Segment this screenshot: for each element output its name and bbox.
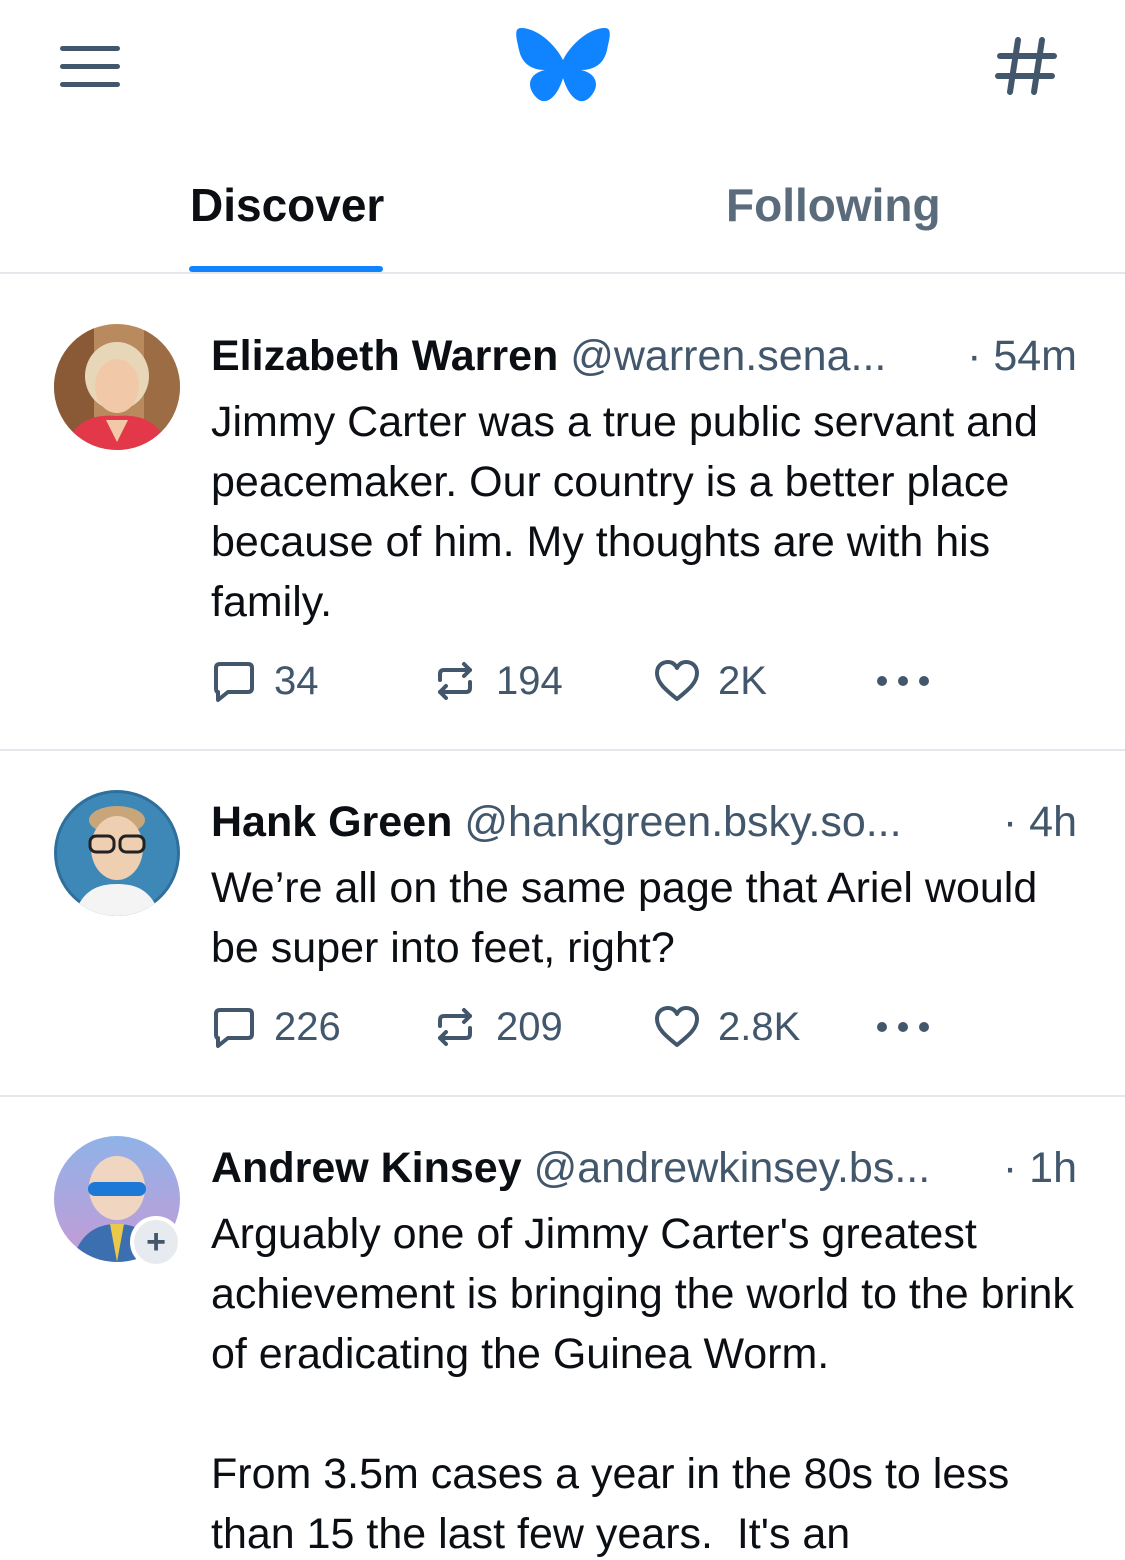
post-text: Arguably one of Jimmy Carter's greatest …: [211, 1210, 1074, 1558]
like-button[interactable]: 2K: [652, 656, 767, 706]
reply-button[interactable]: 226: [208, 1002, 341, 1052]
repost-count: 209: [496, 1004, 563, 1049]
active-tab-indicator: [189, 266, 383, 272]
more-options-button[interactable]: [873, 656, 933, 706]
author-handle[interactable]: @andrewkinsey.bs...: [534, 1144, 931, 1192]
author-handle[interactable]: @hankgreen.bsky.so...: [464, 798, 901, 846]
post-timestamp[interactable]: · 1h: [994, 1138, 1077, 1198]
tab-discover[interactable]: Discover: [190, 178, 384, 232]
author-name[interactable]: Andrew Kinsey: [211, 1144, 522, 1192]
post-timestamp[interactable]: · 4h: [994, 792, 1077, 852]
like-count: 2K: [718, 658, 767, 703]
reply-count: 34: [274, 658, 319, 703]
butterfly-logo-icon[interactable]: [515, 26, 611, 108]
post-item[interactable]: Hank Green @hankgreen.bsky.so... · 4h We…: [0, 751, 1125, 1097]
reply-count: 226: [274, 1004, 341, 1049]
post-header: Hank Green @hankgreen.bsky.so... · 4h: [211, 792, 1077, 852]
top-bar: [0, 0, 1125, 140]
reply-icon: [214, 1008, 254, 1048]
post-timestamp[interactable]: · 54m: [959, 326, 1077, 386]
author-handle[interactable]: @warren.sena...: [570, 332, 886, 380]
post-text: Jimmy Carter was a true public servant a…: [211, 398, 1050, 626]
like-button[interactable]: 2.8K: [652, 1002, 800, 1052]
reply-icon: [214, 662, 254, 702]
author-name[interactable]: Hank Green: [211, 798, 452, 846]
post-item[interactable]: + Andrew Kinsey @andrewkinsey.bs... · 1h…: [0, 1097, 1125, 1560]
reply-button[interactable]: 34: [208, 656, 319, 706]
post-header: Andrew Kinsey @andrewkinsey.bs... · 1h: [211, 1138, 1077, 1198]
feed-tabs: Discover Following: [0, 140, 1125, 274]
repost-count: 194: [496, 658, 563, 703]
more-options-button[interactable]: [873, 1002, 933, 1052]
hamburger-menu-icon-bar: [60, 82, 120, 87]
ellipsis-icon: [877, 676, 929, 686]
repost-icon: [438, 1008, 472, 1046]
hamburger-menu-icon: [60, 46, 120, 51]
post-actions: 226 209 2.8K: [208, 1002, 968, 1052]
hamburger-menu-icon-bar: [60, 64, 120, 69]
repost-button[interactable]: 209: [430, 1002, 563, 1052]
author-name[interactable]: Elizabeth Warren: [211, 332, 558, 380]
hashtag-icon[interactable]: [990, 30, 1062, 102]
tab-following[interactable]: Following: [726, 178, 941, 232]
avatar-image: [54, 324, 180, 450]
post-item[interactable]: Elizabeth Warren @warren.sena... · 54m J…: [0, 276, 1125, 751]
like-count: 2.8K: [718, 1004, 801, 1049]
ellipsis-icon: [877, 1022, 929, 1032]
post-text: We’re all on the same page that Ariel wo…: [211, 864, 1050, 972]
heart-icon: [655, 1006, 699, 1047]
plus-icon: +: [146, 1223, 166, 1261]
avatar[interactable]: [54, 324, 180, 450]
follow-button[interactable]: +: [130, 1216, 182, 1268]
post-actions: 34 194 2K: [208, 656, 968, 706]
menu-button[interactable]: [56, 40, 124, 92]
repost-button[interactable]: 194: [430, 656, 563, 706]
post-header: Elizabeth Warren @warren.sena... · 54m: [211, 326, 1077, 386]
heart-icon: [655, 660, 699, 701]
avatar[interactable]: [54, 790, 180, 916]
avatar-image: [54, 790, 180, 916]
repost-icon: [438, 662, 472, 700]
